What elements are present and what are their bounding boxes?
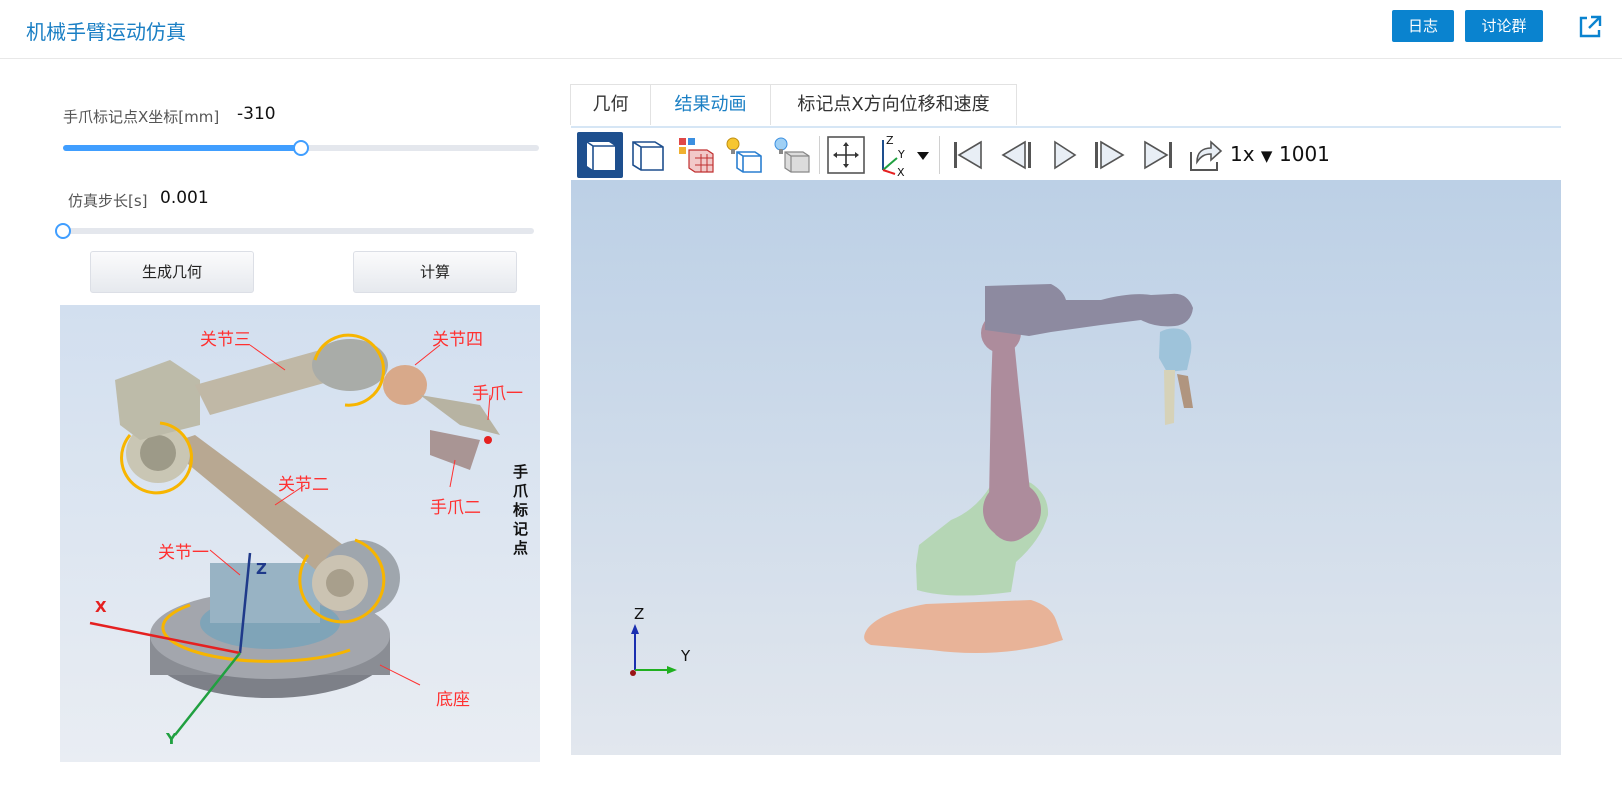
step-slider-thumb[interactable] bbox=[55, 223, 71, 239]
frame-number: 1001 bbox=[1279, 142, 1330, 166]
x-coord-label: 手爪标记点X坐标[mm] bbox=[63, 108, 220, 126]
light-solid-icon[interactable] bbox=[769, 132, 815, 178]
svg-text:Z: Z bbox=[886, 134, 894, 147]
toolbar-separator bbox=[939, 136, 940, 174]
result-tabs: 几何 结果动画 标记点X方向位移和速度 bbox=[570, 84, 1017, 125]
wrist-shape bbox=[1159, 328, 1192, 372]
discussion-group-button[interactable]: 讨论群 bbox=[1465, 10, 1543, 42]
last-frame-icon[interactable] bbox=[1135, 132, 1181, 178]
tab-result-animation[interactable]: 结果动画 bbox=[651, 85, 771, 125]
mesh-view-icon[interactable] bbox=[673, 132, 719, 178]
label-joint4: 关节四 bbox=[432, 330, 483, 350]
app-title: 机械手臂运动仿真 bbox=[26, 20, 186, 44]
gripper-one-shape bbox=[1164, 370, 1175, 425]
speed-select[interactable]: 1x ▼ bbox=[1230, 142, 1272, 166]
x-coord-slider[interactable] bbox=[63, 140, 539, 156]
generate-geometry-button[interactable]: 生成几何 bbox=[90, 251, 254, 293]
label-gripper1: 手爪一 bbox=[472, 384, 523, 404]
light-wireframe-icon[interactable] bbox=[721, 132, 767, 178]
tab-geometry[interactable]: 几何 bbox=[571, 85, 651, 125]
3d-viewport[interactable]: Z Y bbox=[571, 180, 1561, 755]
label-axis-y: Y bbox=[166, 730, 177, 748]
next-frame-icon[interactable] bbox=[1087, 132, 1133, 178]
fit-view-icon[interactable] bbox=[823, 132, 869, 178]
label-base: 底座 bbox=[436, 690, 470, 710]
viewport-x-axis-point bbox=[630, 670, 636, 676]
play-icon[interactable] bbox=[1041, 132, 1087, 178]
viewport-axis-z-label: Z bbox=[634, 605, 645, 623]
axis-triad-icon[interactable]: ZYX bbox=[873, 132, 935, 179]
speed-value: 1x bbox=[1230, 142, 1255, 166]
x-coord-value: -310 bbox=[237, 104, 276, 124]
toolbar-separator bbox=[819, 136, 820, 174]
tab-marker-x-displacement-velocity[interactable]: 标记点X方向位移和速度 bbox=[771, 85, 1016, 125]
external-link-icon[interactable] bbox=[1577, 14, 1603, 40]
export-icon[interactable] bbox=[1181, 132, 1227, 178]
x-coord-slider-thumb[interactable] bbox=[293, 140, 309, 156]
label-axis-z: Z bbox=[256, 560, 267, 578]
svg-text:Y: Y bbox=[897, 148, 905, 161]
previous-frame-icon[interactable] bbox=[993, 132, 1039, 178]
viewer-toolbar: ZYX 1x ▼ 1001 bbox=[571, 126, 1561, 180]
shoulder-shape bbox=[115, 360, 200, 440]
x-coord-slider-fill bbox=[63, 145, 301, 151]
upper-arm-shape bbox=[985, 284, 1193, 336]
app-header: 机械手臂运动仿真 日志 讨论群 bbox=[0, 0, 1622, 59]
label-gripper2: 手爪二 bbox=[430, 498, 481, 518]
robot-arm-reference-figure: 关节三 关节四 手爪一 关节二 手爪二 手爪标记点 关节一 底座 X Y Z bbox=[60, 305, 540, 762]
wireframe-view-icon[interactable] bbox=[625, 132, 671, 178]
log-button[interactable]: 日志 bbox=[1392, 10, 1454, 42]
viewport-axis-y-label: Y bbox=[681, 647, 691, 665]
robot-arm-3d-render bbox=[630, 284, 1193, 676]
label-marker: 手爪标记点 bbox=[513, 463, 529, 557]
label-joint3: 关节三 bbox=[200, 330, 251, 350]
gripper-two-shape bbox=[1177, 374, 1193, 408]
calculate-button[interactable]: 计算 bbox=[353, 251, 517, 293]
first-frame-icon[interactable] bbox=[945, 132, 991, 178]
chevron-down-icon: ▼ bbox=[1260, 147, 1273, 165]
step-slider[interactable] bbox=[55, 223, 534, 239]
step-label: 仿真步长[s] bbox=[68, 192, 148, 210]
label-joint2: 关节二 bbox=[278, 475, 329, 495]
base-shape bbox=[864, 600, 1063, 654]
step-value: 0.001 bbox=[160, 188, 209, 208]
label-joint1: 关节一 bbox=[158, 543, 209, 563]
svg-text:X: X bbox=[897, 166, 905, 178]
solid-view-icon[interactable] bbox=[577, 132, 623, 178]
label-axis-x: X bbox=[95, 598, 107, 616]
